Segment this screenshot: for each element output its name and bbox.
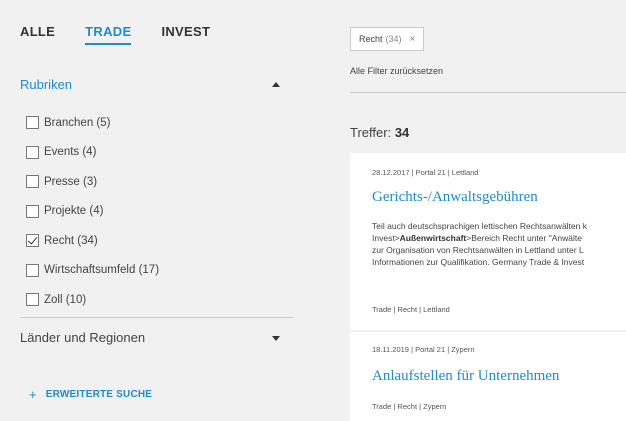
filter-recht[interactable]: Recht (34) [26,226,159,256]
filter-events[interactable]: Events (4) [26,138,159,168]
laender-regionen-toggle[interactable]: Länder und Regionen [20,330,145,345]
tab-invest[interactable]: INVEST [161,24,210,39]
teaser-bold: Außenwirtschaft [399,233,467,243]
results-count: Treffer: 34 [350,125,409,140]
checkbox[interactable] [26,293,39,307]
active-filter-chip[interactable]: Recht (34) × [350,27,425,51]
filter-label: Zoll (10) [44,293,87,306]
teaser-line: Invest>Außenwirtschaft>Bereich Recht unt… [372,232,626,244]
filter-wirtschaftsumfeld[interactable]: Wirtschaftsumfeld (17) [26,256,159,286]
chip-count: (34) [385,34,402,44]
rubriken-toggle[interactable]: Rubriken [20,77,72,92]
result-card[interactable]: 28.12.2017 | Portal 21 | Lettland Gerich… [350,153,626,330]
filter-zoll[interactable]: Zoll (10) [26,285,159,315]
checkbox[interactable] [26,263,39,277]
card-title-link[interactable]: Gerichts-/Anwaltsgebühren [372,189,538,206]
plus-icon: + [29,387,37,402]
checkbox[interactable] [26,116,39,130]
tab-alle[interactable]: ALLE [20,24,55,39]
results-prefix: Treffer: [350,125,392,140]
results-divider [350,92,626,93]
filter-label: Branchen (5) [44,116,111,129]
close-icon[interactable]: × [410,34,416,45]
card-title-link[interactable]: Anlaufstellen für Unternehmen [372,368,559,385]
filter-sidebar: ALLE TRADE INVEST Rubriken Branchen (5) … [0,0,310,421]
rubriken-filter-list: Branchen (5) Events (4) Presse (3) Proje… [26,108,159,315]
card-tags: Trade | Recht | Zypern [372,402,447,411]
filter-projekte[interactable]: Projekte (4) [26,197,159,227]
tab-trade[interactable]: TRADE [85,24,132,45]
checkbox-checked[interactable] [26,234,39,248]
card-meta: 28.12.2017 | Portal 21 | Lettland [372,168,479,177]
checkbox[interactable] [26,175,39,189]
filter-label: Recht (34) [44,234,98,247]
filter-label: Projekte (4) [44,205,104,218]
card-teaser: Teil auch deutschsprachigen lettischen R… [372,220,626,268]
teaser-segment: Invest> [372,233,400,243]
chevron-down-icon[interactable] [272,336,280,341]
filter-presse[interactable]: Presse (3) [26,167,159,197]
results-number: 34 [394,125,410,140]
section-divider [20,317,293,318]
chip-label: Recht [359,34,383,44]
filter-label: Events (4) [44,146,97,159]
portal-tabs: ALLE TRADE INVEST [20,24,240,45]
teaser-line: Informationen zur Qualifikation. Germany… [372,257,585,267]
advanced-search-label: ERWEITERTE SUCHE [45,389,153,400]
teaser-line: Teil auch deutschsprachigen lettischen R… [372,221,587,231]
reset-filters-link[interactable]: Alle Filter zurücksetzen [350,66,443,76]
teaser-segment: >Bereich Recht unter "Anwälte [466,233,582,243]
checkbox[interactable] [26,204,39,218]
advanced-search-link[interactable]: + ERWEITERTE SUCHE [29,387,152,402]
filter-branchen[interactable]: Branchen (5) [26,108,159,138]
checkbox[interactable] [26,145,39,159]
teaser-line: zur Organisation von Rechtsanwälten in L… [372,245,584,255]
filter-label: Presse (3) [44,175,98,188]
result-card[interactable]: 18.11.2019 | Portal 21 | Zypern Anlaufst… [350,332,626,421]
chevron-up-icon[interactable] [272,82,280,87]
filter-label: Wirtschaftsumfeld (17) [44,264,160,277]
card-tags: Trade | Recht | Lettland [372,305,450,314]
card-meta: 18.11.2019 | Portal 21 | Zypern [372,345,475,354]
